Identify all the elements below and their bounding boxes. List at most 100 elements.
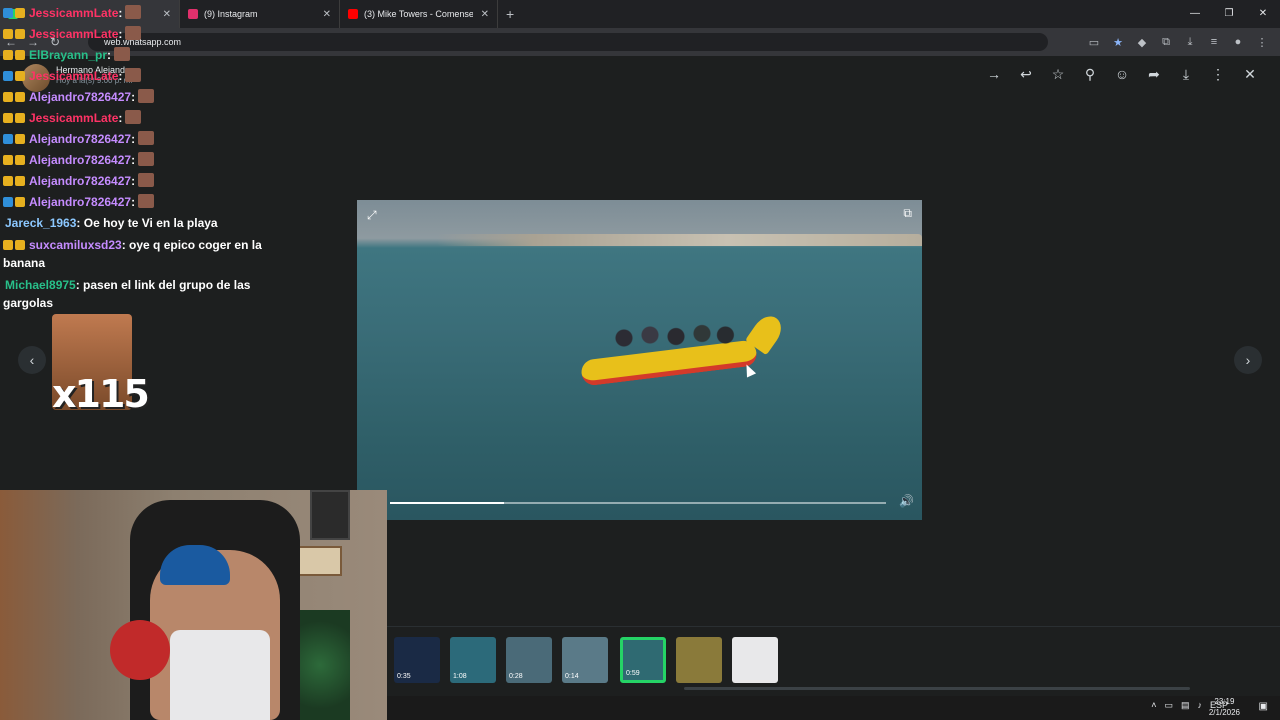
video-player[interactable]: ⤢ ⧉ 🔊 — [357, 200, 922, 520]
video-riders — [611, 320, 741, 350]
chat-emote-icon — [114, 47, 131, 61]
chat-text: : — [118, 69, 123, 83]
maximize-icon[interactable]: ❐ — [1212, 0, 1246, 28]
close-icon[interactable]: ✕ — [1234, 66, 1266, 83]
bookmark-star-icon[interactable]: ★ — [1106, 36, 1130, 49]
close-tab-icon[interactable]: ✕ — [481, 9, 489, 20]
thumbnail-duration: 0:28 — [509, 673, 523, 680]
chat-badge-icon — [15, 92, 25, 102]
close-window-icon[interactable]: ✕ — [1246, 0, 1280, 28]
thumbnail-duration: 0:14 — [565, 673, 579, 680]
viewer-toolbar: → ↩ ☆ ⚲ ☺ ➦ ⤓ ⋮ ✕ — [978, 66, 1266, 83]
more-options-icon[interactable]: ⋮ — [1202, 66, 1234, 83]
chat-username[interactable]: JessicammLate — [29, 69, 118, 83]
star-icon[interactable]: ☆ — [1042, 66, 1074, 83]
extension-icon[interactable]: ◆ — [1130, 36, 1154, 49]
chat-username[interactable]: Alejandro7826427 — [29, 174, 131, 188]
chat-username[interactable]: Alejandro7826427 — [29, 132, 131, 146]
volume-icon[interactable]: ♪ — [1197, 700, 1202, 711]
clock-date: 2/1/2026 — [1208, 708, 1240, 717]
video-progress-bar[interactable] — [390, 502, 886, 504]
puzzle-icon[interactable]: ⧉ — [1154, 36, 1178, 49]
chat-emote-icon — [125, 5, 142, 19]
screen: ✕ (9) Instagram ✕ (3) Mike Towers - Come… — [0, 0, 1280, 720]
notification-icon[interactable]: ▣ — [1259, 701, 1268, 712]
clock-time: 23:19 — [1214, 697, 1235, 706]
toolbar-icons: ▭ ★ ◆ ⧉ ⤓ ≡ ● ⋮ — [1082, 28, 1274, 56]
tab-youtube[interactable]: (3) Mike Towers - Comense Y T ✕ — [340, 0, 498, 28]
new-tab-button[interactable]: + — [506, 6, 514, 22]
go-to-message-icon[interactable]: → — [978, 66, 1010, 83]
forward-icon[interactable]: ➦ — [1138, 66, 1170, 83]
next-media-button[interactable]: › — [1234, 346, 1262, 374]
chat-badge-icon — [15, 197, 25, 207]
chat-message: Alejandro7826427: — [3, 88, 283, 106]
emoji-icon[interactable]: ☺ — [1106, 66, 1138, 83]
media-thumbnail[interactable]: 0:59 — [620, 637, 666, 683]
picture-in-picture-icon[interactable]: ⧉ — [903, 206, 912, 221]
profile-icon[interactable]: ● — [1226, 36, 1250, 48]
chat-emote-icon — [138, 152, 155, 166]
chat-badge-icon — [3, 50, 13, 60]
chat-text: : — [131, 195, 136, 209]
chat-message: Jareck_1963: Oe hoy te Vi en la playa — [3, 214, 283, 232]
chat-badge-icon — [3, 176, 13, 186]
media-thumbnail[interactable]: 0:14 — [562, 637, 608, 683]
close-tab-icon[interactable]: ✕ — [323, 9, 331, 20]
download-icon[interactable]: ⤓ — [1178, 36, 1202, 49]
chat-badge-icon — [15, 134, 25, 144]
volume-icon[interactable]: 🔊 — [899, 494, 914, 508]
chat-username[interactable]: suxcamiluxsd23 — [29, 238, 122, 252]
pin-icon[interactable]: ⚲ — [1074, 66, 1106, 83]
chat-badge-icon — [15, 113, 25, 123]
chat-badge-icon — [3, 8, 13, 18]
chat-badge-icon — [15, 50, 25, 60]
media-thumbnail[interactable]: 1:08 — [450, 637, 496, 683]
cast-icon[interactable]: ▭ — [1082, 36, 1106, 49]
minimize-icon[interactable]: — — [1178, 0, 1212, 28]
reply-icon[interactable]: ↩ — [1010, 66, 1042, 83]
webcam-microphone — [110, 620, 170, 680]
network-icon[interactable]: ▤ — [1181, 700, 1190, 711]
chat-username[interactable]: ElBrayann_pr — [29, 48, 107, 62]
chat-message: JessicammLate: — [3, 67, 283, 85]
chat-badge-icon — [3, 134, 13, 144]
media-thumbnail[interactable]: 0:28 — [506, 637, 552, 683]
chat-username[interactable]: Michael8975 — [5, 278, 76, 292]
webcam-shirt — [170, 630, 270, 720]
chat-message: Alejandro7826427: — [3, 172, 283, 190]
thumbnail-duration: 0:35 — [397, 673, 411, 680]
chat-username[interactable]: Jareck_1963 — [5, 216, 76, 230]
media-thumbnail[interactable] — [732, 637, 778, 683]
media-thumbnail[interactable]: 0:35 — [394, 637, 440, 683]
chat-badge-icon — [3, 197, 13, 207]
window-controls: — ❐ ✕ — [1178, 0, 1280, 28]
chevron-up-icon[interactable]: ˄ — [1151, 700, 1156, 711]
chat-badge-icon — [15, 8, 25, 18]
chat-text: : — [131, 132, 136, 146]
chat-message: Alejandro7826427: — [3, 130, 283, 148]
display-icon[interactable]: ▭ — [1164, 700, 1173, 711]
thumbnail-scrollbar[interactable] — [684, 687, 1190, 690]
chat-username[interactable]: Alejandro7826427 — [29, 153, 131, 167]
chat-text: : — [131, 153, 136, 167]
fullscreen-icon[interactable]: ⤢ — [367, 208, 377, 223]
chat-emote-icon — [138, 131, 155, 145]
media-icon[interactable]: ≡ — [1202, 36, 1226, 48]
chat-username[interactable]: Alejandro7826427 — [29, 90, 131, 104]
webcam-picture-frame — [298, 546, 342, 576]
clock[interactable]: 23:19 2/1/2026 — [1209, 696, 1240, 718]
menu-icon[interactable]: ⋮ — [1250, 36, 1274, 49]
video-progress-fill — [390, 502, 505, 504]
chat-message: JessicammLate: — [3, 4, 283, 22]
chat-badge-icon — [3, 240, 13, 250]
chat-text: : Oe hoy te Vi en la playa — [76, 216, 218, 230]
chat-username[interactable]: JessicammLate — [29, 27, 118, 41]
chat-message: Alejandro7826427: — [3, 193, 283, 211]
download-icon[interactable]: ⤓ — [1170, 66, 1202, 83]
media-thumbnail[interactable] — [676, 637, 722, 683]
chat-username[interactable]: Alejandro7826427 — [29, 195, 131, 209]
chat-username[interactable]: JessicammLate — [29, 6, 118, 20]
chat-username[interactable]: JessicammLate — [29, 111, 118, 125]
emote-combo-count: x115 — [52, 372, 150, 416]
